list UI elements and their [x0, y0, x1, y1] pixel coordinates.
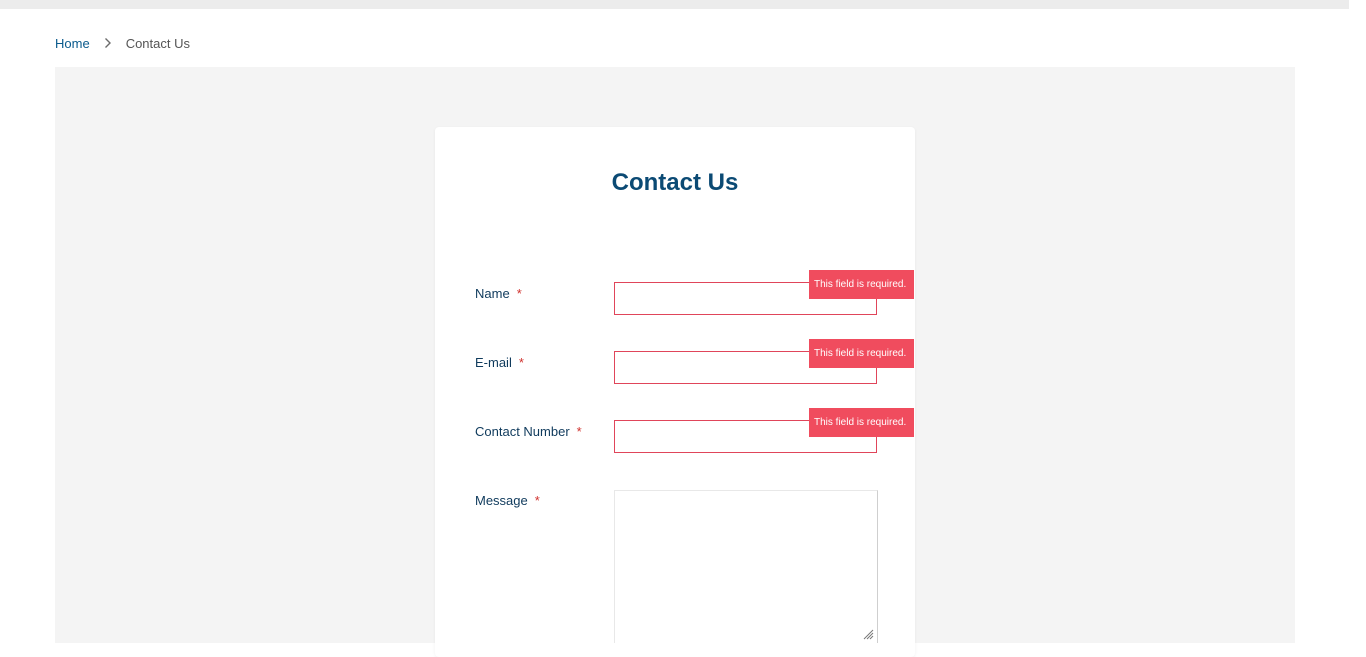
- contact-number-label-text: Contact Number: [475, 424, 570, 439]
- breadcrumb-current: Contact Us: [125, 35, 190, 51]
- message-label-text: Message: [475, 493, 528, 508]
- required-marker: *: [576, 424, 582, 439]
- breadcrumb-home-link[interactable]: Home: [55, 36, 90, 51]
- required-marker: *: [516, 286, 522, 301]
- top-strip: [0, 0, 1349, 9]
- chevron-right-icon: [104, 37, 112, 49]
- contact-number-error-tooltip: This field is required.: [809, 408, 914, 437]
- resize-handle-icon[interactable]: [862, 627, 874, 640]
- name-error-tooltip: This field is required.: [809, 270, 914, 299]
- name-label-text: Name: [475, 286, 510, 301]
- message-label: Message *: [475, 493, 540, 508]
- email-error-tooltip: This field is required.: [809, 339, 914, 368]
- email-label: E-mail *: [475, 355, 524, 370]
- required-marker: *: [534, 493, 540, 508]
- required-marker: *: [518, 355, 524, 370]
- contact-form-card: Contact Us Name * This field is required.…: [435, 127, 915, 657]
- contact-number-label: Contact Number *: [475, 424, 582, 439]
- page-title: Contact Us: [611, 169, 739, 196]
- message-textarea[interactable]: [614, 490, 878, 643]
- email-label-text: E-mail: [475, 355, 512, 370]
- breadcrumb: Home Contact Us: [55, 34, 190, 52]
- name-label: Name *: [475, 286, 522, 301]
